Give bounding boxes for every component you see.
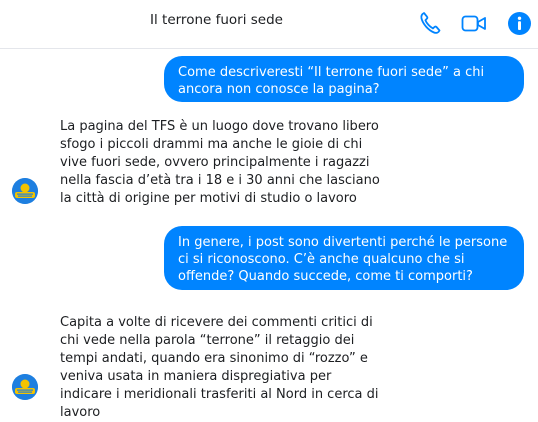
page-logo-icon <box>12 178 38 204</box>
outgoing-message: In genere, i post sono divertenti perché… <box>164 226 524 290</box>
incoming-message: La pagina del TFS è un luogo dove trovan… <box>60 119 380 206</box>
info-icon[interactable] <box>508 12 531 35</box>
incoming-message: Capita a volte di ricevere dei commenti … <box>60 315 379 420</box>
avatar[interactable] <box>12 178 38 204</box>
conversation-title: Il terrone fuori sede <box>150 12 283 28</box>
conversation-header: Il terrone fuori sede <box>0 0 538 49</box>
page-logo-icon <box>12 374 38 400</box>
phone-icon[interactable] <box>418 10 442 36</box>
outgoing-message: Come descriveresti “Il terrone fuori sed… <box>164 56 524 102</box>
video-camera-icon[interactable] <box>461 14 487 34</box>
avatar[interactable] <box>12 374 38 400</box>
